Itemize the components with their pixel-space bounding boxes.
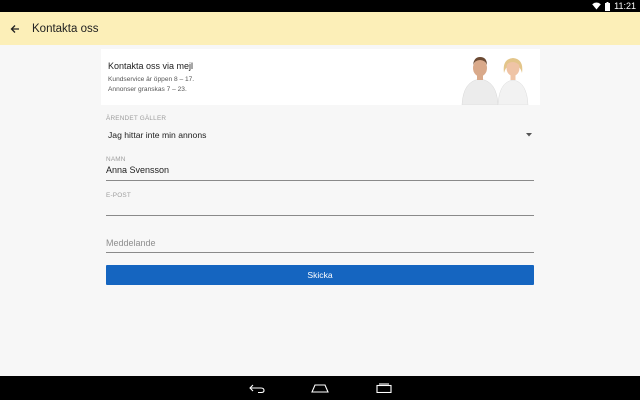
message-field[interactable]: Meddelande <box>106 235 534 257</box>
subject-label: ÄRENDET GÄLLER <box>106 115 167 122</box>
status-bar: 11:21 <box>0 0 640 12</box>
email-underline <box>106 215 534 216</box>
name-field[interactable]: NAMN Anna Svensson <box>106 156 534 182</box>
message-underline <box>106 252 534 253</box>
send-button[interactable]: Skicka <box>106 265 534 285</box>
dropdown-arrow-icon[interactable] <box>524 130 534 140</box>
subject-field[interactable]: ÄRENDET GÄLLER Jag hittar inte min annon… <box>106 115 534 143</box>
nav-recents-button[interactable] <box>369 376 399 400</box>
navigation-bar <box>0 376 640 400</box>
nav-home-button[interactable] <box>305 376 335 400</box>
banner-hours-text: Kundservice är öppen 8 – 17. <box>108 76 195 83</box>
content-area: Kontakta oss via mejl Kundservice är öpp… <box>0 45 640 376</box>
subject-select[interactable]: Jag hittar inte min annons <box>108 130 206 140</box>
app-bar: Kontakta oss <box>0 12 640 45</box>
name-input[interactable]: Anna Svensson <box>106 165 169 175</box>
name-label: NAMN <box>106 156 126 163</box>
support-staff-image <box>461 57 529 105</box>
back-button[interactable] <box>1 12 29 45</box>
nav-back-button[interactable] <box>242 376 272 400</box>
wifi-icon <box>592 2 601 10</box>
banner-review-text: Annonser granskas 7 – 23. <box>108 86 187 93</box>
name-underline <box>106 180 534 181</box>
banner-title: Kontakta oss via mejl <box>108 61 194 71</box>
home-icon <box>311 383 329 393</box>
email-field[interactable]: E-POST <box>106 192 534 218</box>
arrow-back-icon <box>10 24 19 33</box>
contact-banner: Kontakta oss via mejl Kundservice är öpp… <box>101 49 540 105</box>
page-title: Kontakta oss <box>32 22 99 35</box>
battery-icon <box>605 1 611 11</box>
message-input[interactable]: Meddelande <box>106 238 156 248</box>
back-icon <box>249 384 265 393</box>
recents-icon <box>376 383 392 393</box>
status-icons: 11:21 <box>592 0 636 12</box>
email-label: E-POST <box>106 192 131 199</box>
status-time: 11:21 <box>614 1 636 11</box>
